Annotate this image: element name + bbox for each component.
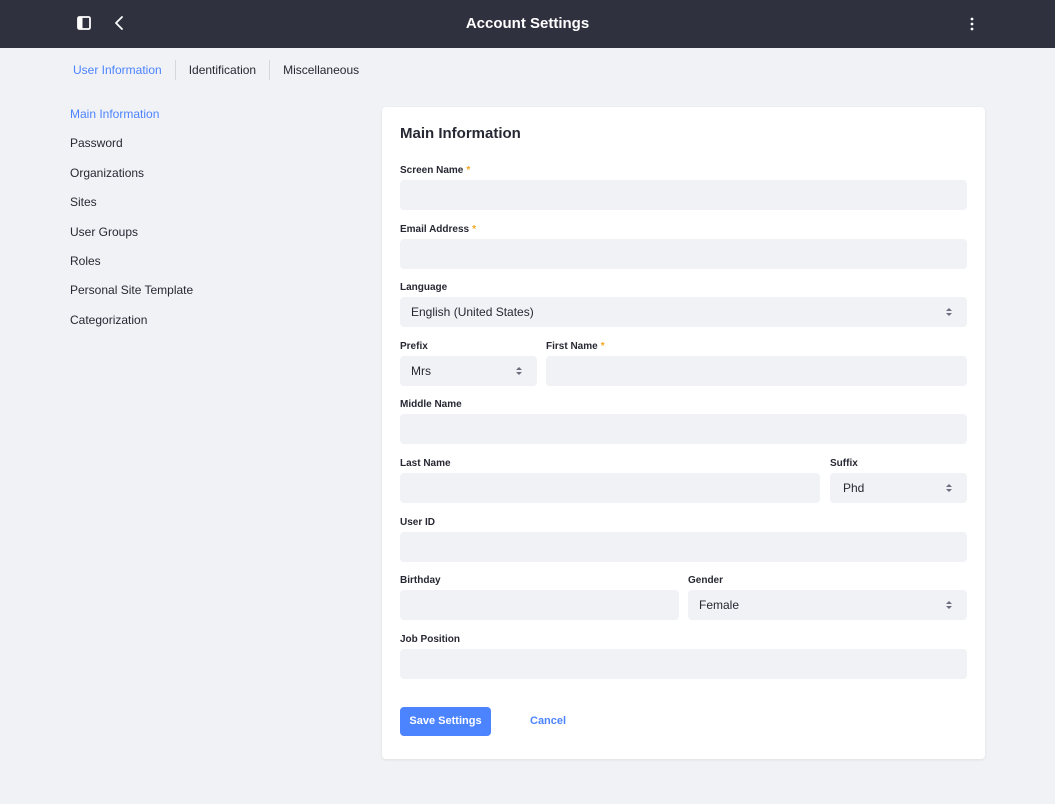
suffix-label: Suffix	[830, 458, 858, 469]
gender-label: Gender	[688, 575, 724, 586]
middle-name-input[interactable]	[400, 414, 967, 444]
sidebar-item-personal-site-template[interactable]: Personal Site Template	[70, 281, 193, 310]
tab-miscellaneous[interactable]: Miscellaneous	[270, 58, 372, 82]
prefix-label: Prefix	[400, 341, 428, 352]
cancel-button[interactable]: Cancel	[530, 707, 566, 736]
required-marker: *	[472, 224, 477, 235]
panel-toggle-icon[interactable]	[77, 16, 91, 30]
sidebar-item-password[interactable]: Password	[70, 134, 193, 163]
email-input[interactable]	[400, 239, 967, 269]
suffix-select[interactable]: Phd	[830, 473, 967, 503]
select-caret-icon	[516, 367, 522, 375]
job-position-input[interactable]	[400, 649, 967, 679]
language-select[interactable]: English (United States)	[400, 297, 967, 327]
sidebar-nav: Main Information Password Organizations …	[70, 105, 193, 340]
main-information-card: Main Information Screen Name * Email Addr…	[382, 107, 985, 759]
sidebar-item-roles[interactable]: Roles	[70, 252, 193, 281]
email-label: Email Address *	[400, 224, 476, 235]
prefix-select-value: Mrs	[411, 364, 431, 378]
select-caret-icon	[946, 484, 952, 492]
sidebar-item-sites[interactable]: Sites	[70, 193, 193, 222]
user-id-label: User ID	[400, 517, 436, 528]
screen-name-label: Screen Name *	[400, 165, 470, 176]
page-title: Account Settings	[465, 15, 590, 32]
card-title: Main Information	[400, 125, 521, 142]
language-label: Language	[400, 282, 448, 293]
select-caret-icon	[946, 601, 952, 609]
required-marker: *	[466, 165, 471, 176]
select-caret-icon	[946, 308, 952, 316]
user-id-input[interactable]	[400, 532, 967, 562]
prefix-select[interactable]: Mrs	[400, 356, 537, 386]
sidebar-item-user-groups[interactable]: User Groups	[70, 223, 193, 252]
last-name-label: Last Name	[400, 458, 451, 469]
chevron-left-icon[interactable]	[111, 14, 127, 32]
app-header: Account Settings	[0, 0, 1055, 48]
last-name-input[interactable]	[400, 473, 820, 503]
language-select-value: English (United States)	[411, 305, 534, 319]
first-name-label-text: First Name	[546, 341, 598, 352]
sidebar-item-categorization[interactable]: Categorization	[70, 311, 193, 340]
required-marker: *	[600, 341, 605, 352]
birthday-input[interactable]	[400, 590, 679, 620]
gender-select[interactable]: Female	[688, 590, 967, 620]
suffix-select-value: Phd	[843, 481, 865, 495]
screen-name-input[interactable]	[400, 180, 967, 210]
sidebar-item-organizations[interactable]: Organizations	[70, 164, 193, 193]
birthday-label: Birthday	[400, 575, 441, 586]
tab-identification[interactable]: Identification	[176, 58, 269, 82]
gender-select-value: Female	[699, 598, 740, 612]
first-name-input[interactable]	[546, 356, 967, 386]
sidebar-item-main-information[interactable]: Main Information	[70, 105, 193, 134]
settings-tabs: User Information Identification Miscella…	[60, 58, 372, 82]
kebab-menu-icon[interactable]	[962, 14, 982, 34]
job-position-label: Job Position	[400, 634, 460, 645]
screen-name-label-text: Screen Name	[400, 165, 464, 176]
first-name-label: First Name *	[546, 341, 605, 352]
email-label-text: Email Address	[400, 224, 470, 235]
middle-name-label: Middle Name	[400, 399, 462, 410]
tab-user-information[interactable]: User Information	[60, 58, 175, 82]
save-settings-button[interactable]: Save Settings	[400, 707, 491, 736]
